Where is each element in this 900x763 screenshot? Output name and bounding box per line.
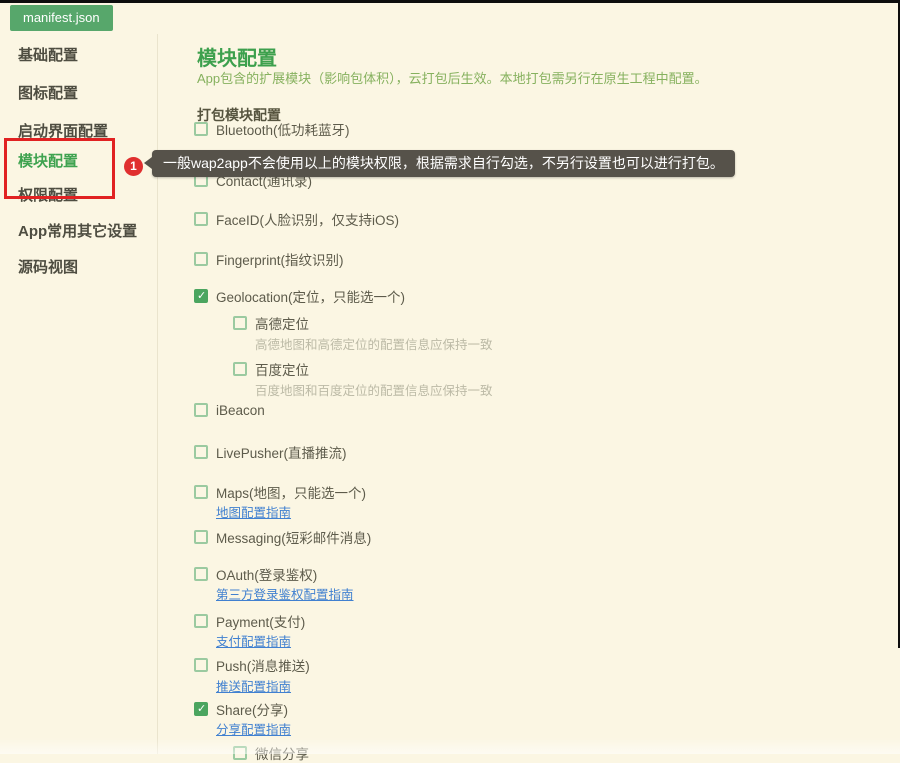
module-row-geolocation: Geolocation(定位，只能选一个) xyxy=(194,288,405,304)
module-label: Geolocation(定位，只能选一个) xyxy=(216,286,405,306)
sidebar-item-splash[interactable]: 启动界面配置 xyxy=(18,120,108,141)
geolocation-checkbox-checked[interactable] xyxy=(194,289,208,303)
module-row-messaging: Messaging(短彩邮件消息) xyxy=(194,529,371,545)
bottom-fade xyxy=(0,738,900,754)
livepusher-checkbox[interactable] xyxy=(194,445,208,459)
push-config-link[interactable]: 推送配置指南 xyxy=(216,676,291,695)
annotation-badge: 1 xyxy=(124,157,143,176)
module-label: 百度定位 xyxy=(255,359,309,379)
push-checkbox[interactable] xyxy=(194,658,208,672)
gaode-checkbox[interactable] xyxy=(233,316,247,330)
module-row-faceid: FaceID(人脸识别，仅支持iOS) xyxy=(194,211,399,227)
module-label: Share(分享) xyxy=(216,699,288,719)
maps-checkbox[interactable] xyxy=(194,485,208,499)
share-checkbox-checked[interactable] xyxy=(194,702,208,716)
faceid-checkbox[interactable] xyxy=(194,212,208,226)
module-label: FaceID(人脸识别，仅支持iOS) xyxy=(216,209,399,229)
module-label: Fingerprint(指纹识别) xyxy=(216,249,344,269)
module-label: Payment(支付) xyxy=(216,611,305,631)
baidu-checkbox[interactable] xyxy=(233,362,247,376)
sidebar-item-icon[interactable]: 图标配置 xyxy=(18,82,78,103)
gaode-note: 高德地图和高德定位的配置信息应保持一致 xyxy=(255,334,493,353)
module-row-fingerprint: Fingerprint(指纹识别) xyxy=(194,251,344,267)
module-row-livepusher: LivePusher(直播推流) xyxy=(194,444,347,460)
baidu-note: 百度地图和百度定位的配置信息应保持一致 xyxy=(255,380,493,399)
tooltip-arrow-icon xyxy=(144,157,152,169)
module-label: iBeacon xyxy=(216,403,265,418)
oauth-checkbox[interactable] xyxy=(194,567,208,581)
module-row-bluetooth: Bluetooth(低功耗蓝牙) xyxy=(194,121,350,137)
tab-manifest-json[interactable]: manifest.json xyxy=(10,5,113,31)
module-row-ibeacon: iBeacon xyxy=(194,402,265,418)
module-label: Maps(地图，只能选一个) xyxy=(216,482,366,502)
module-row-payment: Payment(支付) xyxy=(194,613,305,629)
bluetooth-checkbox[interactable] xyxy=(194,122,208,136)
maps-config-link[interactable]: 地图配置指南 xyxy=(216,502,291,521)
module-label: Messaging(短彩邮件消息) xyxy=(216,527,371,547)
module-row-share: Share(分享) xyxy=(194,701,288,717)
sidebar-item-modules[interactable]: 模块配置 xyxy=(18,150,78,171)
module-label: LivePusher(直播推流) xyxy=(216,442,347,462)
module-label: 微信分享 xyxy=(255,743,309,763)
module-row-oauth: OAuth(登录鉴权) xyxy=(194,566,317,582)
messaging-checkbox[interactable] xyxy=(194,530,208,544)
fingerprint-checkbox[interactable] xyxy=(194,252,208,266)
sidebar-divider xyxy=(157,34,158,754)
module-label: 高德定位 xyxy=(255,313,309,333)
oauth-config-link[interactable]: 第三方登录鉴权配置指南 xyxy=(216,584,354,603)
page-subtitle: App包含的扩展模块（影响包体积），云打包后生效。本地打包需另行在原生工程中配置… xyxy=(197,68,708,87)
module-label: Bluetooth(低功耗蓝牙) xyxy=(216,119,350,139)
weixin-share-checkbox[interactable] xyxy=(233,746,247,760)
module-row-baidu: 百度定位 xyxy=(233,361,309,377)
ibeacon-checkbox[interactable] xyxy=(194,403,208,417)
module-label: OAuth(登录鉴权) xyxy=(216,564,317,584)
module-row-weixin-share: 微信分享 xyxy=(233,745,309,761)
module-label: Push(消息推送) xyxy=(216,655,310,675)
page-title: 模块配置 xyxy=(197,42,277,71)
share-config-link[interactable]: 分享配置指南 xyxy=(216,719,291,738)
payment-config-link[interactable]: 支付配置指南 xyxy=(216,631,291,650)
sidebar-item-app-other[interactable]: App常用其它设置 xyxy=(18,220,137,241)
module-row-push: Push(消息推送) xyxy=(194,657,310,673)
tooltip-text: 一般wap2app不会使用以上的模块权限，根据需求自行勾选，不另行设置也可以进行… xyxy=(163,155,724,171)
module-row-gaode: 高德定位 xyxy=(233,315,309,331)
payment-checkbox[interactable] xyxy=(194,614,208,628)
sidebar-item-permissions[interactable]: 权限配置 xyxy=(18,184,78,205)
sidebar-item-basic[interactable]: 基础配置 xyxy=(18,44,78,65)
window-top-edge xyxy=(0,0,900,3)
module-row-maps: Maps(地图，只能选一个) xyxy=(194,484,366,500)
sidebar-item-source-view[interactable]: 源码视图 xyxy=(18,256,78,277)
annotation-tooltip: 一般wap2app不会使用以上的模块权限，根据需求自行勾选，不另行设置也可以进行… xyxy=(152,150,735,177)
